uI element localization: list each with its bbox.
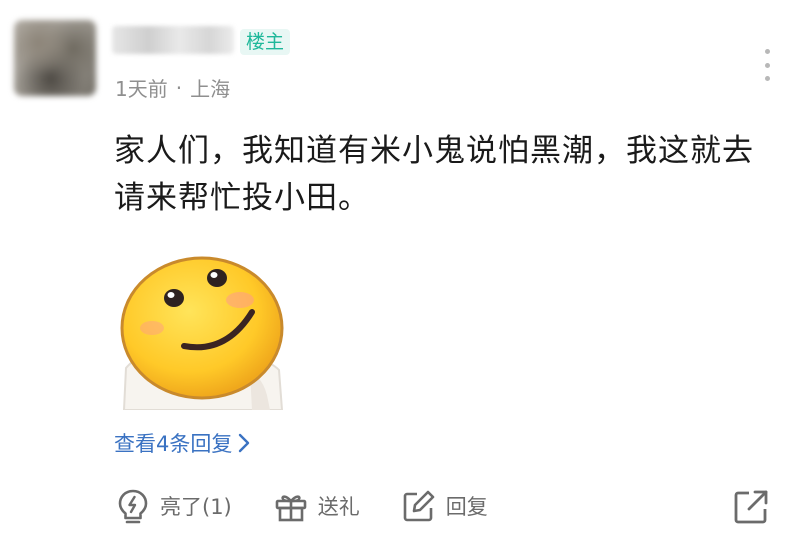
comment-content: 家人们，我知道有米小鬼说怕黑潮，我这就去请来帮忙投小田。 — [114, 133, 754, 216]
gift-icon — [275, 495, 307, 522]
meta-separator: · — [175, 75, 183, 100]
like-button[interactable]: 亮了(1) — [116, 488, 232, 524]
comment-location: 上海 — [190, 77, 231, 101]
share-icon[interactable] — [733, 489, 769, 529]
avatar[interactable] — [14, 20, 96, 96]
comment-meta: 1天前 · 上海 — [115, 73, 230, 102]
more-vertical-icon[interactable] — [762, 49, 772, 81]
view-replies-link[interactable]: 查看4条回复 — [114, 428, 250, 458]
reply-label: 回复 — [445, 495, 488, 519]
smiley-sticker-image[interactable] — [114, 250, 284, 411]
edit-icon — [403, 490, 435, 522]
username[interactable] — [112, 26, 234, 54]
lightbulb-icon — [118, 489, 148, 524]
gift-button[interactable]: 送礼 — [274, 489, 360, 523]
view-replies-label: 查看4条回复 — [114, 432, 233, 456]
like-label: 亮了(1) — [160, 495, 232, 519]
gift-label: 送礼 — [317, 495, 360, 519]
chevron-right-icon — [239, 433, 250, 453]
action-bar: 亮了(1) 送礼 回复 — [116, 486, 530, 526]
op-badge: 楼主 — [240, 29, 291, 55]
comment-time: 1天前 — [115, 77, 168, 101]
reply-button[interactable]: 回复 — [402, 489, 488, 523]
